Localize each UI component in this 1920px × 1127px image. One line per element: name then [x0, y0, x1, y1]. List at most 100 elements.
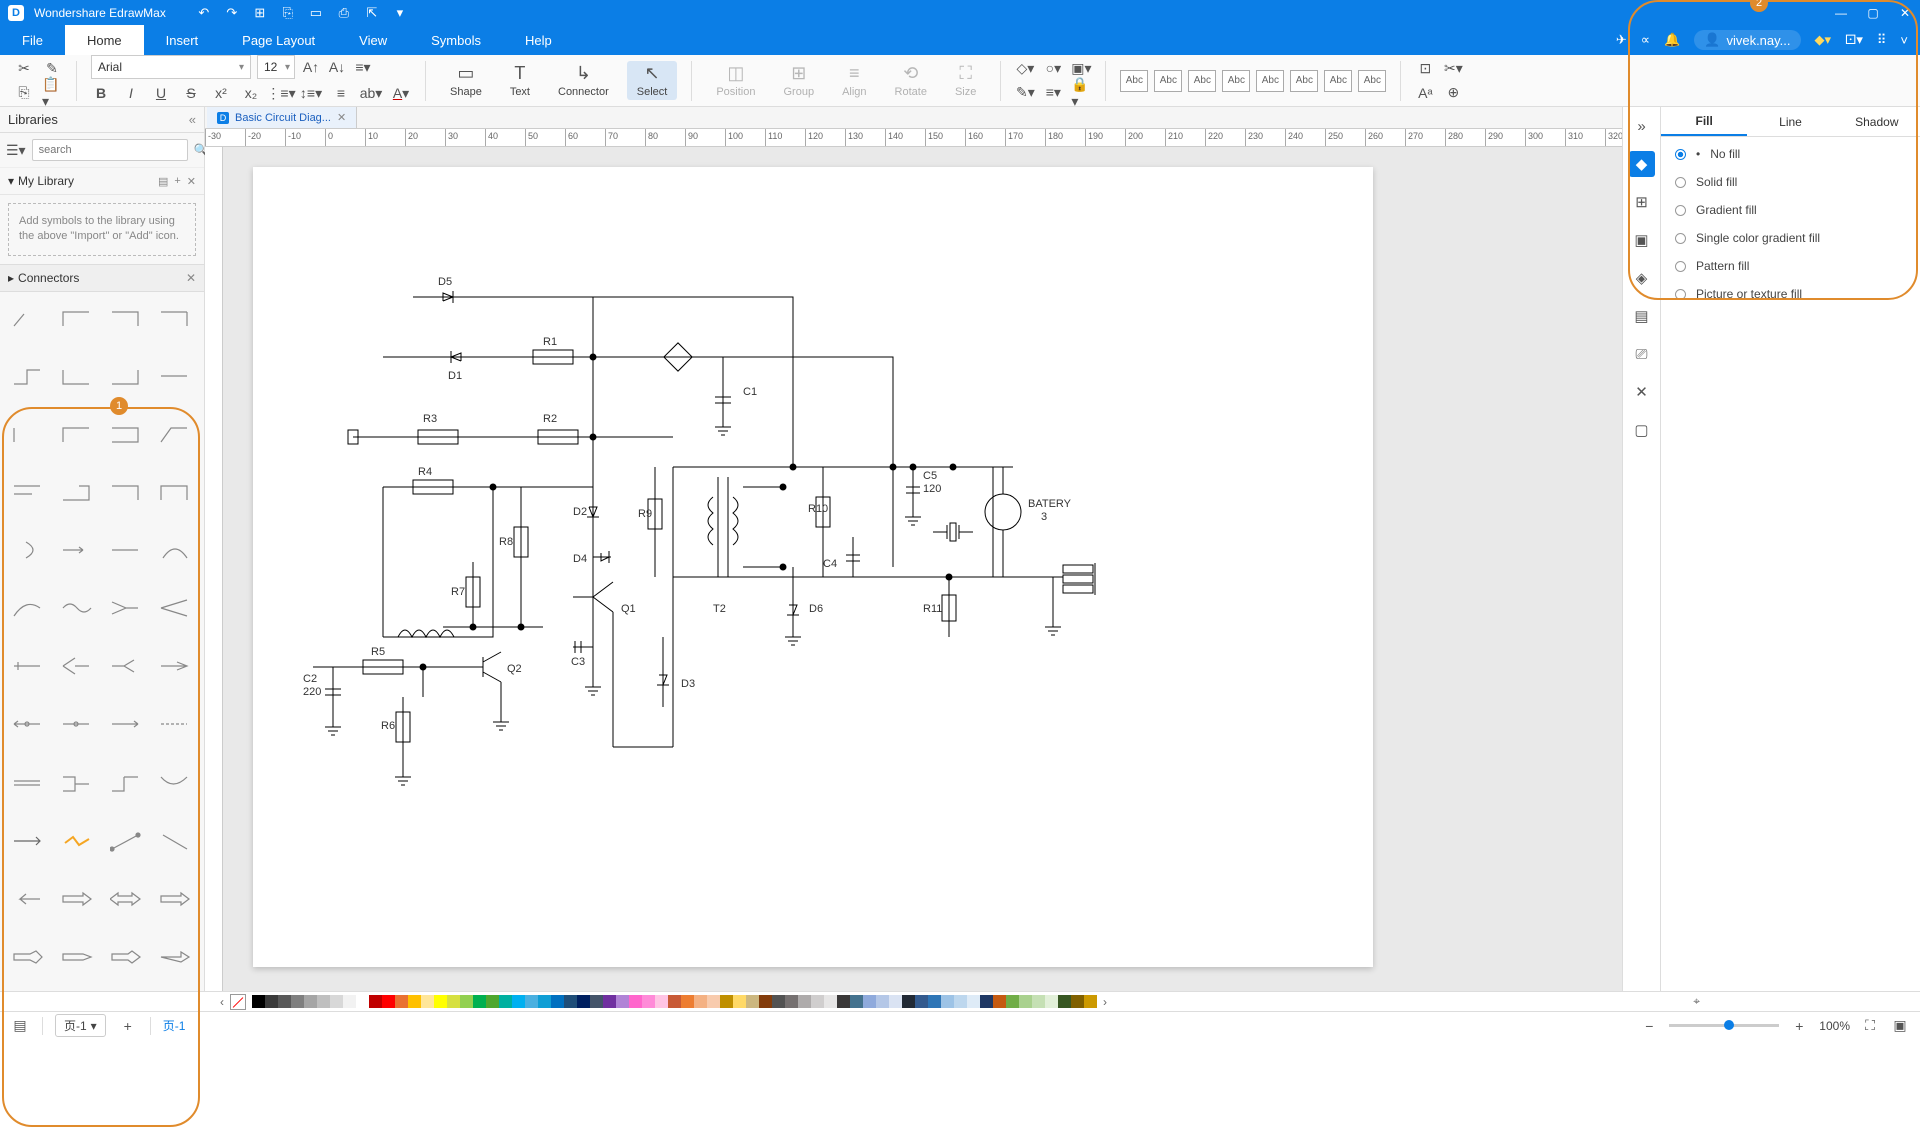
connector-shape[interactable]: [106, 765, 147, 801]
style-preset-8[interactable]: Abc: [1358, 70, 1386, 92]
connector-shape[interactable]: [57, 474, 98, 510]
menu-help[interactable]: Help: [503, 25, 574, 55]
color-swatch[interactable]: [382, 995, 395, 1008]
send-icon[interactable]: ✈: [1616, 32, 1627, 48]
color-swatch[interactable]: [928, 995, 941, 1008]
color-swatch[interactable]: [616, 995, 629, 1008]
tab-line[interactable]: Line: [1747, 107, 1833, 136]
color-swatch[interactable]: [655, 995, 668, 1008]
fill-opt-solid[interactable]: Solid fill: [1675, 175, 1906, 189]
maximize-icon[interactable]: ▢: [1866, 6, 1880, 20]
color-swatch[interactable]: [850, 995, 863, 1008]
color-swatch[interactable]: [629, 995, 642, 1008]
color-swatch[interactable]: [980, 995, 993, 1008]
color-swatch[interactable]: [252, 995, 265, 1008]
connector-shape[interactable]: [57, 939, 98, 975]
color-swatch[interactable]: [824, 995, 837, 1008]
color-swatch[interactable]: [1045, 995, 1058, 1008]
connector-shape[interactable]: [8, 881, 49, 917]
style-preset-1[interactable]: Abc: [1120, 70, 1148, 92]
connector-shape[interactable]: [8, 532, 49, 568]
text-align-icon[interactable]: ≡▾: [353, 57, 373, 77]
connector-shape[interactable]: [106, 648, 147, 684]
fill-tool-icon[interactable]: ◆: [1629, 151, 1655, 177]
color-swatch[interactable]: [551, 995, 564, 1008]
color-swatch[interactable]: [733, 995, 746, 1008]
connector-shape[interactable]: [155, 590, 196, 626]
zoom-in-icon[interactable]: +: [1789, 1016, 1809, 1036]
connector-shape[interactable]: [8, 300, 49, 336]
add-page-icon[interactable]: +: [118, 1016, 138, 1036]
style-preset-7[interactable]: Abc: [1324, 70, 1352, 92]
document-tab[interactable]: D Basic Circuit Diag... ✕: [207, 107, 357, 128]
fill-opt-picture[interactable]: Picture or texture fill: [1675, 287, 1906, 301]
color-swatch[interactable]: [590, 995, 603, 1008]
collapse-libraries-icon[interactable]: «: [189, 112, 196, 127]
fill-color-icon[interactable]: ◇▾: [1015, 59, 1035, 79]
color-swatch[interactable]: [356, 995, 369, 1008]
bold-icon[interactable]: B: [91, 83, 111, 103]
connector-shape[interactable]: [106, 706, 147, 742]
menu-insert[interactable]: Insert: [144, 25, 221, 55]
line-style-icon[interactable]: ✎▾: [1015, 83, 1035, 103]
close-icon[interactable]: ✕: [1898, 6, 1912, 20]
connector-shape[interactable]: [8, 590, 49, 626]
print-icon[interactable]: ⎙: [336, 5, 352, 21]
page-tab-label[interactable]: 页-1: [163, 1017, 186, 1034]
connector-shape[interactable]: [8, 648, 49, 684]
menu-page-layout[interactable]: Page Layout: [220, 25, 337, 55]
paste-icon[interactable]: 📋▾: [42, 83, 62, 103]
undo-icon[interactable]: ↶: [196, 5, 212, 21]
color-swatch[interactable]: [668, 995, 681, 1008]
user-menu[interactable]: 👤 vivek.nay...: [1694, 30, 1800, 50]
connector-shape[interactable]: [106, 881, 147, 917]
connector-shape[interactable]: [57, 358, 98, 394]
ribbon-opt1-icon[interactable]: ⊡: [1415, 59, 1435, 79]
collapse-ribbon-icon[interactable]: ˅: [1900, 33, 1908, 48]
increase-font-icon[interactable]: A↑: [301, 57, 321, 77]
my-library-section[interactable]: ▾ My Library ▤ + ✕: [8, 174, 196, 188]
color-swatch[interactable]: [278, 995, 291, 1008]
subscript-icon[interactable]: x₂: [241, 83, 261, 103]
connector-shape[interactable]: [57, 823, 98, 859]
no-fill-swatch[interactable]: [230, 994, 246, 1010]
save-icon[interactable]: ▭: [308, 5, 324, 21]
page-scroll-area[interactable]: D5 R1 D1 C1: [223, 147, 1622, 991]
line-weight-icon[interactable]: ≡▾: [1043, 83, 1063, 103]
connector-tool[interactable]: ↳Connector: [548, 61, 619, 100]
style-preset-5[interactable]: Abc: [1256, 70, 1284, 92]
diamond-icon[interactable]: ◆▾: [1815, 32, 1832, 48]
connector-shape[interactable]: [106, 474, 147, 510]
open-icon[interactable]: ⎘: [280, 5, 296, 21]
connector-shape[interactable]: [155, 648, 196, 684]
eyedropper-icon[interactable]: ⌖: [1693, 994, 1700, 1009]
color-swatch[interactable]: [1006, 995, 1019, 1008]
image-tool-icon[interactable]: ▣: [1629, 227, 1655, 253]
ribbon-opt2-icon[interactable]: Aᵃ: [1415, 83, 1435, 103]
color-swatch[interactable]: [1019, 995, 1032, 1008]
italic-icon[interactable]: I: [121, 83, 141, 103]
line-color-icon[interactable]: ○▾: [1043, 59, 1063, 79]
zoom-slider[interactable]: [1669, 1024, 1779, 1027]
color-swatch[interactable]: [447, 995, 460, 1008]
color-swatch[interactable]: [460, 995, 473, 1008]
color-swatch[interactable]: [291, 995, 304, 1008]
color-swatch[interactable]: [889, 995, 902, 1008]
color-swatch[interactable]: [538, 995, 551, 1008]
minimize-icon[interactable]: —: [1834, 6, 1848, 20]
zoom-out-icon[interactable]: −: [1639, 1016, 1659, 1036]
color-swatch[interactable]: [317, 995, 330, 1008]
grid-tool-icon[interactable]: ⊞: [1629, 189, 1655, 215]
color-swatch[interactable]: [681, 995, 694, 1008]
connector-shape[interactable]: [8, 358, 49, 394]
search-input[interactable]: [32, 139, 188, 161]
connector-shape[interactable]: [106, 358, 147, 394]
position-tool[interactable]: ◫Position: [706, 61, 765, 100]
connector-shape[interactable]: [155, 881, 196, 917]
font-color-icon[interactable]: A▾: [391, 83, 411, 103]
tab-fill[interactable]: Fill: [1661, 107, 1747, 136]
color-swatch[interactable]: [746, 995, 759, 1008]
pages-icon[interactable]: ▤: [10, 1016, 30, 1036]
color-swatch[interactable]: [915, 995, 928, 1008]
connectors-section[interactable]: ▸ Connectors ✕: [0, 264, 204, 292]
